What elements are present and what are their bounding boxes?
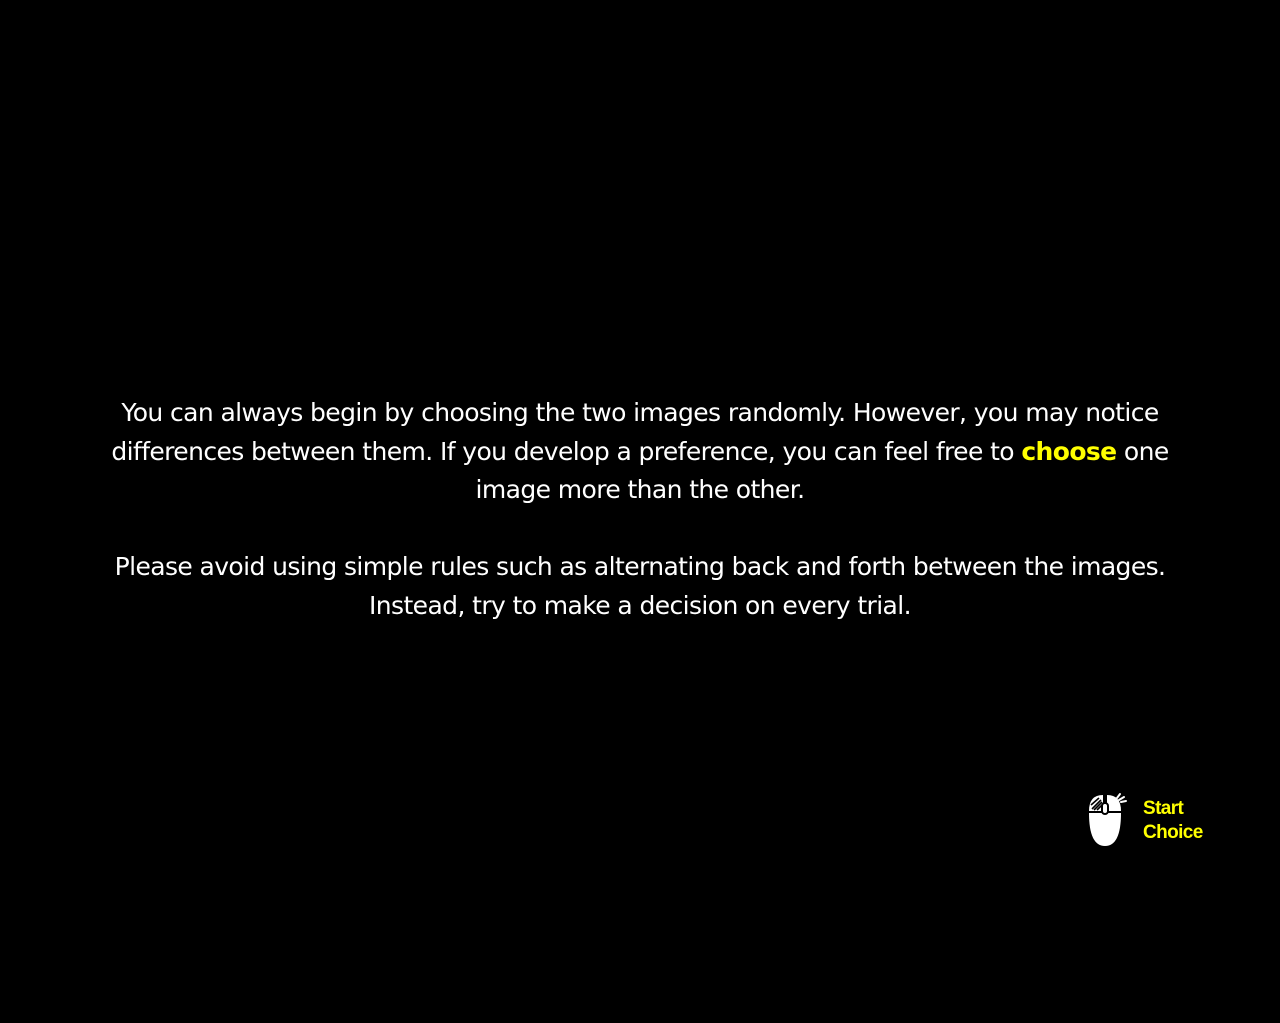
start-choice-label: Start Choice — [1143, 797, 1203, 845]
start-label-line-1: Start — [1143, 798, 1184, 819]
instruction-screen: You can always begin by choosing the two… — [0, 0, 1280, 1023]
instruction-paragraph-2: Please avoid using simple rules such as … — [114, 552, 1166, 620]
start-label-line-2: Choice — [1143, 822, 1203, 843]
start-choice-button[interactable]: Start Choice — [1086, 792, 1216, 850]
instructions-text: You can always begin by choosing the two… — [110, 394, 1170, 626]
highlighted-word-choose: choose — [1021, 436, 1117, 466]
mouse-click-icon — [1089, 793, 1127, 846]
instruction-paragraph-1: You can always begin by choosing the two… — [110, 394, 1170, 510]
paragraph-1-start: You can always begin by choosing the two… — [111, 398, 1159, 466]
